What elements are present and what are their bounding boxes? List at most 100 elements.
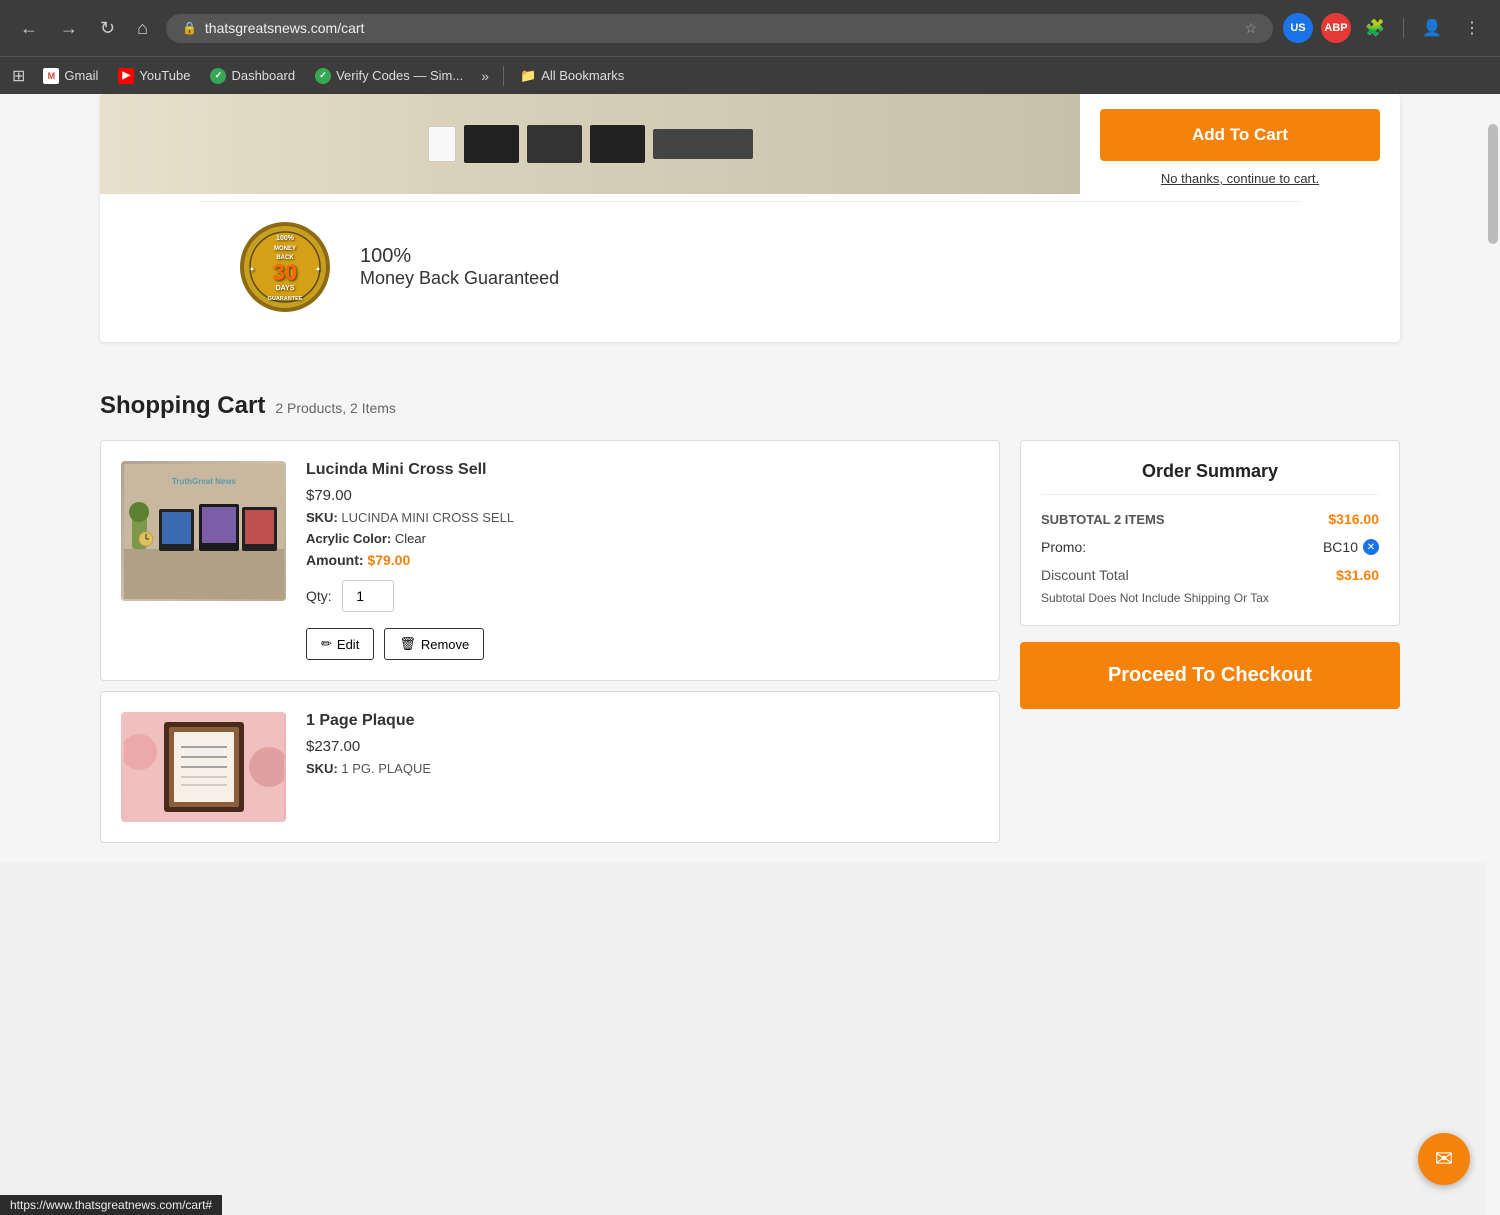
item-1-sku: SKU: LUCINDA MINI CROSS SELL <box>306 510 979 525</box>
status-url: https://www.thatsgreatnews.com/cart# <box>10 1198 212 1212</box>
scrollbar-area[interactable] <box>1486 94 1500 1215</box>
refresh-button[interactable]: ↻ <box>92 14 123 43</box>
extension-us-icon[interactable]: US <box>1283 13 1313 43</box>
bookmark-dashboard[interactable]: ✓ Dashboard <box>202 65 303 87</box>
item-1-qty: Qty: <box>306 580 979 612</box>
money-back-badge: 100% MONEY BACK 30 DAYS GUARANTEE ✦ ✦ <box>240 222 330 312</box>
upsell-container: Add To Cart No thanks, continue to cart.… <box>100 94 1400 342</box>
dashboard-icon: ✓ <box>210 68 226 84</box>
amount-label: Amount: <box>306 552 364 568</box>
edit-pencil-icon: ✏ <box>321 636 332 652</box>
cart-item-1-details: Lucinda Mini Cross Sell $79.00 SKU: LUCI… <box>306 461 979 660</box>
edit-label: Edit <box>337 637 359 652</box>
nav-buttons: ← → ↻ ⌂ <box>12 14 156 43</box>
page-content: Add To Cart No thanks, continue to cart.… <box>0 94 1500 863</box>
cart-item-1-image: TruthGreat News <box>121 461 286 601</box>
scrollbar-thumb[interactable] <box>1488 124 1498 244</box>
order-summary-sidebar: Order Summary SUBTOTAL 2 ITEMS $316.00 P… <box>1020 440 1400 843</box>
promo-code-section: BC10 ✕ <box>1323 539 1379 555</box>
more-bookmarks-button[interactable]: » <box>475 65 495 87</box>
shopping-cart-section: Shopping Cart 2 Products, 2 Items <box>0 362 1500 863</box>
gmail-icon: M <box>43 68 59 84</box>
cart-title-text: Shopping Cart <box>100 392 265 420</box>
qty-label: Qty: <box>306 588 332 604</box>
color-label: Acrylic Color: <box>306 531 391 546</box>
dashboard-label: Dashboard <box>231 68 295 83</box>
money-back-text: 100% Money Back Guaranteed <box>360 245 559 289</box>
bookmark-verify[interactable]: ✓ Verify Codes — Sim... <box>307 65 471 87</box>
cart-items-list: TruthGreat News Lucinda Mini Cross Sell … <box>100 440 1000 843</box>
discount-label: Discount Total <box>1041 567 1129 583</box>
order-summary-card: Order Summary SUBTOTAL 2 ITEMS $316.00 P… <box>1020 440 1400 626</box>
extensions-button[interactable]: 🧩 <box>1359 12 1391 44</box>
cart-item-1: TruthGreat News Lucinda Mini Cross Sell … <box>100 440 1000 681</box>
item-1-actions: ✏ Edit 🗑 Remove <box>306 628 979 660</box>
sku-2-value: 1 PG. PLAQUE <box>341 761 431 776</box>
cart-title: Shopping Cart 2 Products, 2 Items <box>100 392 1400 420</box>
cart-item-2-details: 1 Page Plaque $237.00 SKU: 1 PG. PLAQUE <box>306 712 979 782</box>
color-value: Clear <box>395 531 426 546</box>
sku-value: LUCINDA MINI CROSS SELL <box>341 510 514 525</box>
edit-button[interactable]: ✏ Edit <box>306 628 374 660</box>
all-bookmarks-button[interactable]: 📁 All Bookmarks <box>512 65 632 87</box>
qty-input[interactable] <box>342 580 394 612</box>
amount-value: $79.00 <box>367 552 410 568</box>
browser-chrome: ← → ↻ ⌂ 🔒 thatsgreatsnews.com/cart ☆ US … <box>0 0 1500 94</box>
product-image-1: TruthGreat News <box>121 461 286 601</box>
item-2-price: $237.00 <box>306 738 979 755</box>
cart-item-2-image <box>121 712 286 822</box>
cart-subtitle: 2 Products, 2 Items <box>275 400 396 416</box>
money-back-section: 100% MONEY BACK 30 DAYS GUARANTEE ✦ ✦ 10… <box>200 201 1300 342</box>
back-button[interactable]: ← <box>12 14 46 43</box>
svg-text:DAYS: DAYS <box>276 285 295 292</box>
toolbar-icons: US ABP 🧩 👤 ⋮ <box>1283 12 1488 44</box>
subtotal-value: $316.00 <box>1328 511 1379 527</box>
discount-row: Discount Total $31.60 <box>1041 567 1379 583</box>
bookmark-youtube[interactable]: ▶ YouTube <box>110 65 198 87</box>
no-thanks-link[interactable]: No thanks, continue to cart. <box>1100 171 1380 186</box>
subtotal-label: SUBTOTAL 2 ITEMS <box>1041 512 1165 527</box>
forward-button[interactable]: → <box>52 14 86 43</box>
youtube-label: YouTube <box>139 68 190 83</box>
chat-icon: ✉ <box>1435 1146 1453 1172</box>
chat-button[interactable]: ✉ <box>1418 1133 1470 1185</box>
browser-toolbar: ← → ↻ ⌂ 🔒 thatsgreatsnews.com/cart ☆ US … <box>0 0 1500 56</box>
adblock-icon[interactable]: ABP <box>1321 13 1351 43</box>
remove-label: Remove <box>421 637 469 652</box>
svg-text:MONEY: MONEY <box>274 246 296 252</box>
item-1-name: Lucinda Mini Cross Sell <box>306 461 979 479</box>
sku-2-label: SKU: <box>306 761 338 776</box>
user-profile-button[interactable]: 👤 <box>1416 12 1448 44</box>
youtube-icon: ▶ <box>118 68 134 84</box>
add-to-cart-button[interactable]: Add To Cart <box>1100 109 1380 161</box>
checkout-button[interactable]: Proceed To Checkout <box>1020 642 1400 709</box>
sku-label: SKU: <box>306 510 338 525</box>
bookmark-star-icon[interactable]: ☆ <box>1244 20 1257 37</box>
remove-button[interactable]: 🗑 Remove <box>384 628 484 660</box>
money-back-line1: 100% <box>360 245 559 268</box>
toolbar-divider <box>1403 18 1404 38</box>
folder-icon: 📁 <box>520 68 536 84</box>
item-1-amount: Amount: $79.00 <box>306 552 979 568</box>
svg-text:TruthGreat News: TruthGreat News <box>171 477 236 486</box>
bookmark-gmail[interactable]: M Gmail <box>35 65 106 87</box>
status-bar: https://www.thatsgreatnews.com/cart# <box>0 1195 222 1215</box>
apps-grid-icon[interactable]: ⊞ <box>12 66 25 86</box>
address-bar[interactable]: 🔒 thatsgreatsnews.com/cart ☆ <box>166 14 1273 43</box>
verify-icon: ✓ <box>315 68 331 84</box>
lock-icon: 🔒 <box>182 21 197 35</box>
item-1-color: Acrylic Color: Clear <box>306 531 979 546</box>
gmail-label: Gmail <box>64 68 98 83</box>
bookmarks-divider <box>503 66 504 86</box>
item-2-name: 1 Page Plaque <box>306 712 979 730</box>
promo-code-text: BC10 <box>1323 539 1358 555</box>
svg-text:GUARANTEE: GUARANTEE <box>268 296 303 302</box>
product-image-2 <box>121 712 286 822</box>
home-button[interactable]: ⌂ <box>129 14 156 43</box>
promo-remove-button[interactable]: ✕ <box>1363 539 1379 555</box>
shipping-note: Subtotal Does Not Include Shipping Or Ta… <box>1041 591 1379 605</box>
more-options-button[interactable]: ⋮ <box>1456 12 1488 44</box>
discount-value: $31.60 <box>1336 567 1379 583</box>
subtotal-row: SUBTOTAL 2 ITEMS $316.00 <box>1041 511 1379 527</box>
trash-icon: 🗑 <box>399 636 416 652</box>
